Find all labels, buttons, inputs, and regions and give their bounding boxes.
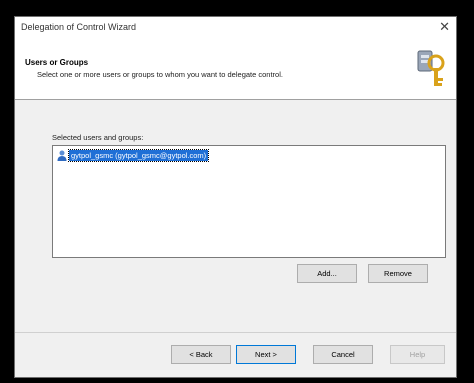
remove-button[interactable]: Remove xyxy=(368,264,428,283)
window-title: Delegation of Control Wizard xyxy=(21,22,137,32)
delegation-wizard-icon xyxy=(417,50,445,86)
back-button[interactable]: < Back xyxy=(171,345,231,364)
list-item-label: gytpol_gsmc (gytpol_gsmc@gytpol.com) xyxy=(67,148,210,162)
add-button[interactable]: Add... xyxy=(297,264,357,283)
title-bar: Delegation of Control Wizard ✕ xyxy=(15,17,456,41)
next-button[interactable]: Next > xyxy=(236,345,296,364)
wizard-header: Users or Groups Select one or more users… xyxy=(15,41,456,100)
cancel-button[interactable]: Cancel xyxy=(313,345,373,364)
user-icon xyxy=(57,150,67,161)
help-button[interactable]: Help xyxy=(390,345,445,364)
list-item[interactable]: gytpol_gsmc (gytpol_gsmc@gytpol.com) xyxy=(57,148,210,162)
selected-users-listbox[interactable]: gytpol_gsmc (gytpol_gsmc@gytpol.com) xyxy=(52,145,446,258)
close-icon[interactable]: ✕ xyxy=(439,20,450,34)
page-subtitle: Select one or more users or groups to wh… xyxy=(37,70,283,79)
selected-users-label: Selected users and groups: xyxy=(52,133,144,142)
page-title: Users or Groups xyxy=(25,58,89,67)
footer-divider xyxy=(15,332,456,333)
wizard-window: Delegation of Control Wizard ✕ Users or … xyxy=(14,16,457,378)
